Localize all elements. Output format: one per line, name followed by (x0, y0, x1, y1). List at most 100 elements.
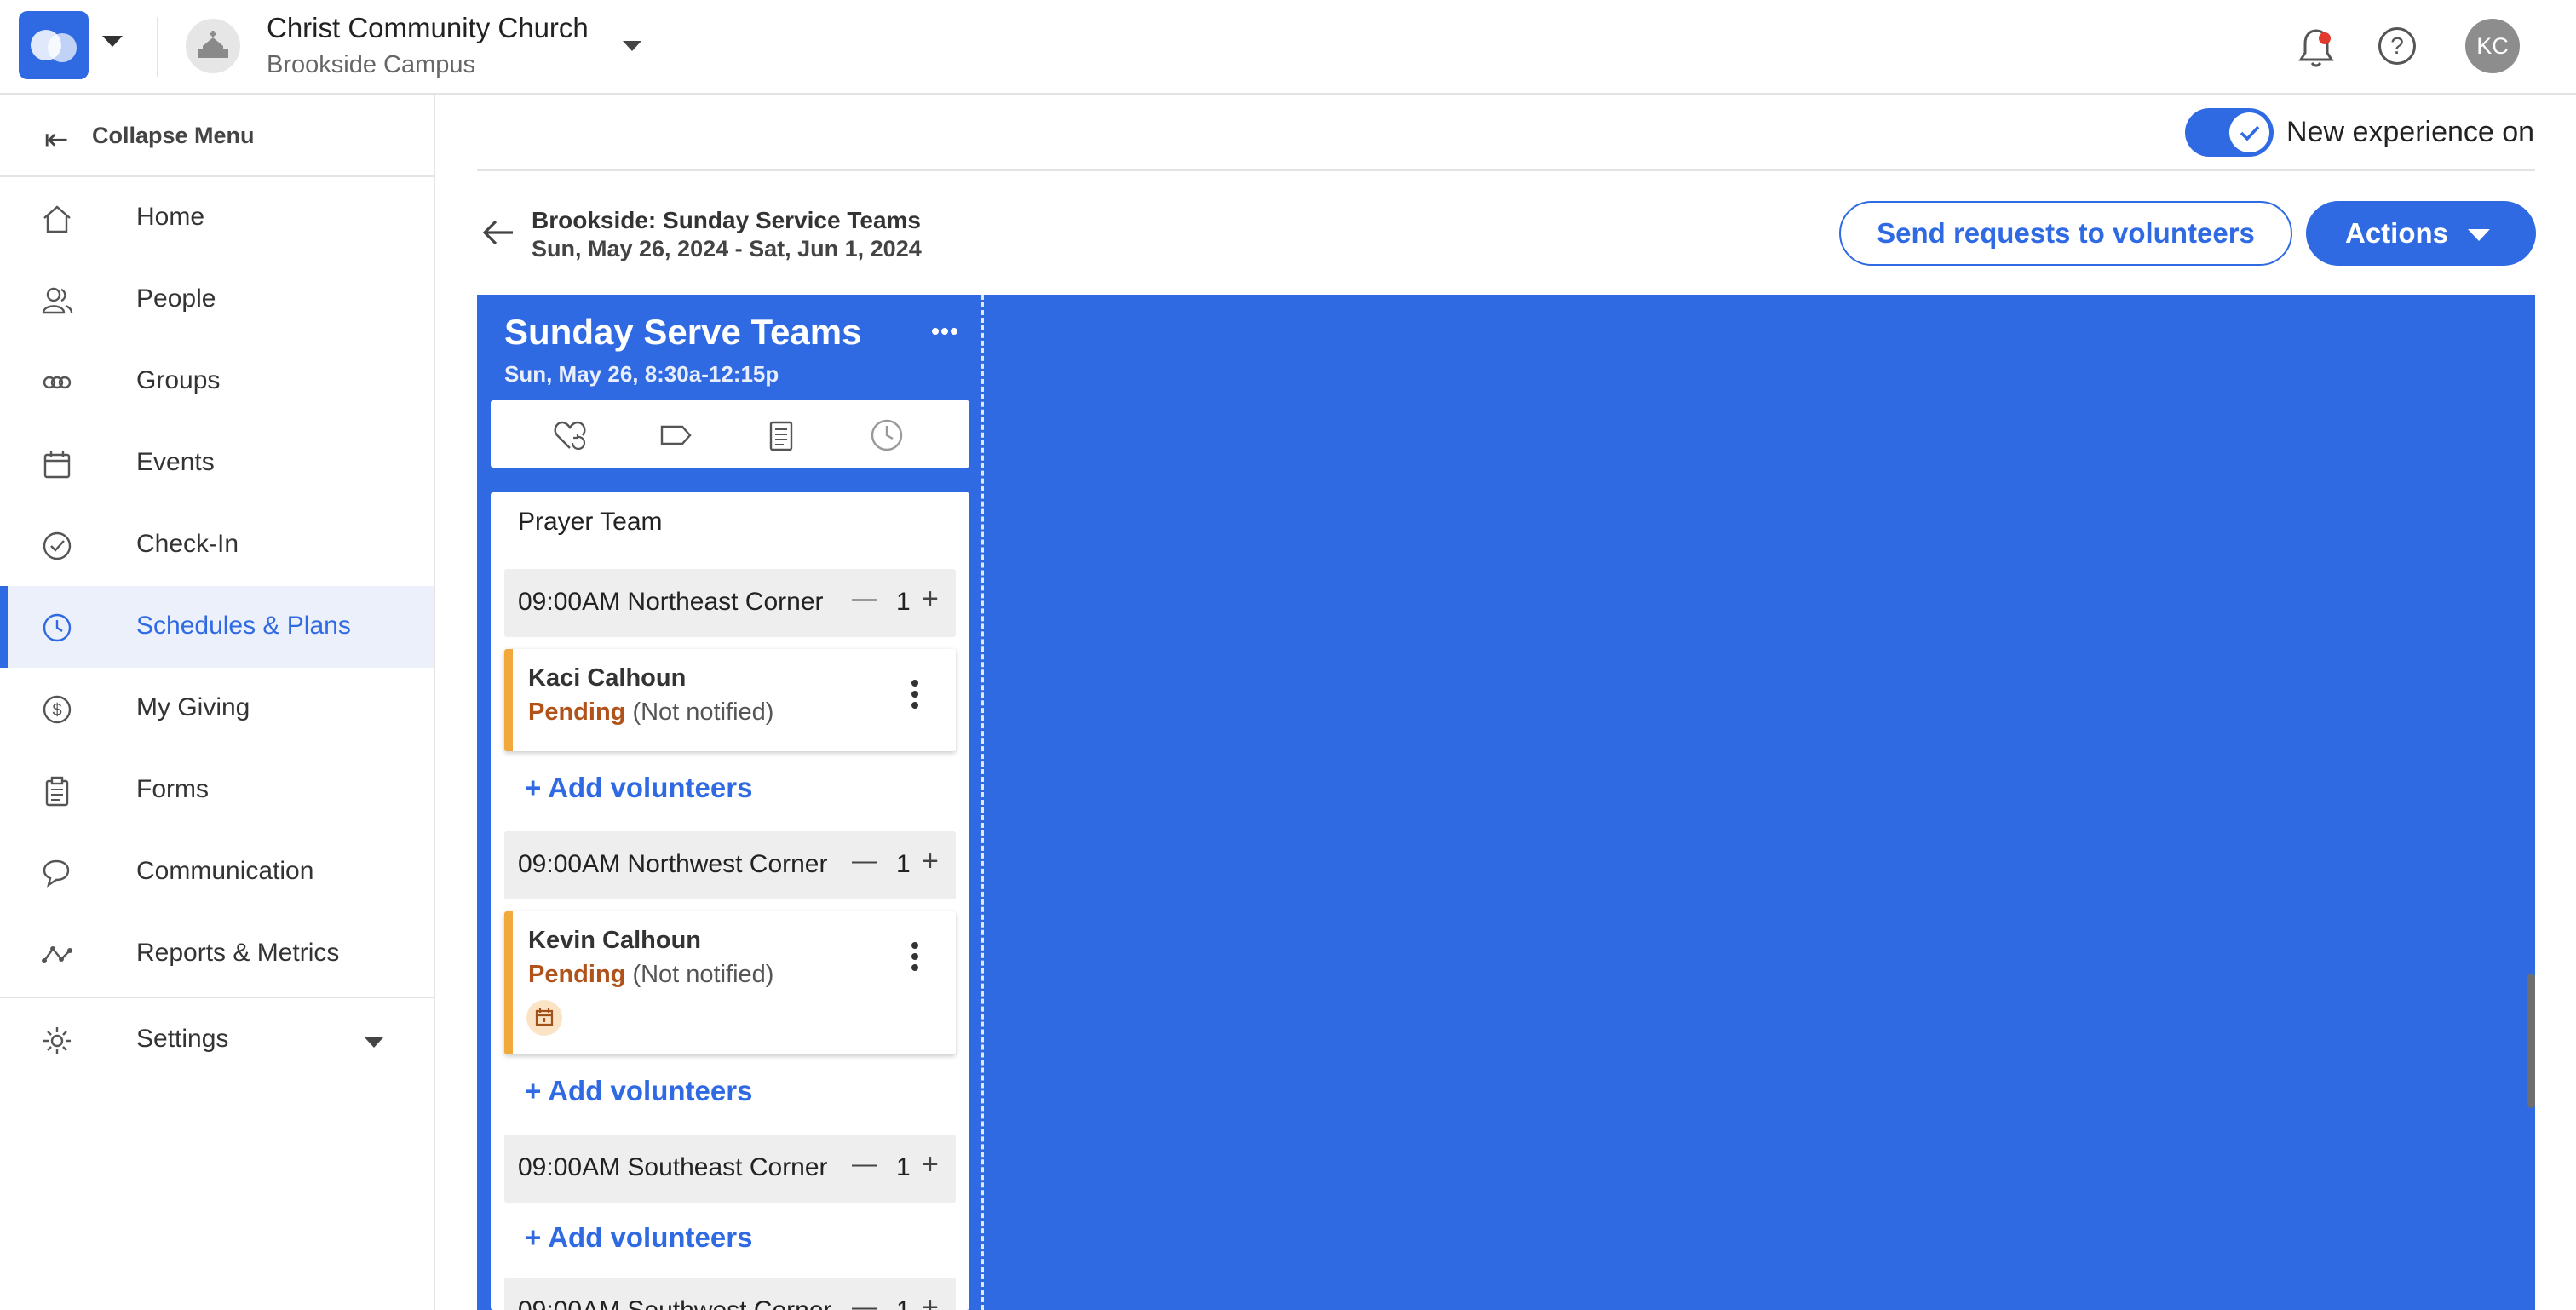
sidebar-divider (0, 997, 434, 998)
document-icon[interactable] (763, 417, 799, 453)
position-row[interactable]: 09:00AM Northeast Corner — 1 + (504, 569, 956, 637)
calendar-conflict-icon[interactable] (526, 1000, 562, 1036)
pending-stripe (504, 649, 513, 751)
church-avatar[interactable] (186, 19, 240, 73)
check-icon (2240, 125, 2260, 141)
position-row[interactable]: 09:00AM Southeast Corner — 1 + (504, 1135, 956, 1203)
plus-icon[interactable]: + (922, 1291, 939, 1310)
sidebar-item-label: Schedules & Plans (136, 612, 351, 640)
clipboard-icon (45, 776, 69, 807)
sidebar-item-groups[interactable]: Groups (0, 341, 434, 422)
column-divider (981, 295, 984, 1310)
volunteer-status: Pending (Not notified) (528, 698, 773, 727)
add-volunteers-link[interactable]: + Add volunteers (525, 772, 752, 804)
add-volunteers-link[interactable]: + Add volunteers (525, 1221, 752, 1254)
help-icon[interactable]: ? (2378, 27, 2416, 65)
minus-icon[interactable]: — (852, 1293, 877, 1310)
volunteer-name: Kaci Calhoun (528, 664, 687, 692)
position-count: 1 (896, 588, 911, 616)
heart-refresh-icon[interactable] (552, 417, 588, 453)
team-name: Prayer Team (518, 508, 663, 536)
kebab-menu-icon[interactable] (911, 680, 920, 712)
sidebar: ⇤ Collapse Menu Home People Groups Event… (0, 95, 435, 1310)
scrollbar[interactable] (2527, 974, 2535, 1108)
clock-icon[interactable] (869, 417, 905, 453)
sidebar-item-label: Reports & Metrics (136, 939, 340, 967)
plan-title: Brookside: Sunday Service Teams (532, 207, 921, 233)
pending-stripe (504, 911, 513, 1054)
position-name: 09:00AM Southwest Corner (518, 1296, 832, 1310)
plus-icon[interactable]: + (922, 583, 939, 616)
status-note: (Not notified) (632, 961, 774, 988)
position-count: 1 (896, 1296, 911, 1310)
more-options-icon[interactable] (932, 324, 963, 344)
top-bar: Christ Community Church Brookside Campus… (0, 0, 2576, 95)
position-name: 09:00AM Northwest Corner (518, 850, 828, 878)
dollar-icon: $ (43, 695, 72, 724)
sidebar-item-forms[interactable]: Forms (0, 750, 434, 831)
sidebar-item-reports-metrics[interactable]: Reports & Metrics (0, 913, 434, 995)
sidebar-item-communication[interactable]: Communication (0, 831, 434, 913)
sidebar-item-events[interactable]: Events (0, 422, 434, 504)
notifications-bell-icon[interactable] (2296, 26, 2337, 70)
status-note: (Not notified) (632, 698, 774, 726)
position-count: 1 (896, 1153, 911, 1181)
collapse-menu-button[interactable]: ⇤ Collapse Menu (0, 95, 434, 177)
sidebar-item-label: People (136, 284, 216, 313)
plan-dates: Sun, May 26, 2024 - Sat, Jun 1, 2024 (532, 236, 922, 261)
minus-icon[interactable]: — (852, 1150, 877, 1179)
minus-icon[interactable]: — (852, 584, 877, 613)
plus-icon[interactable]: + (922, 845, 939, 878)
church-name[interactable]: Christ Community Church (267, 12, 589, 44)
campus-name[interactable]: Brookside Campus (267, 51, 475, 79)
kebab-menu-icon[interactable] (911, 942, 920, 974)
calendar-icon (43, 451, 71, 479)
column-icon-tabs (491, 400, 969, 468)
volunteer-card[interactable]: Kevin Calhoun Pending (Not notified) (504, 911, 956, 1054)
new-experience-toggle[interactable] (2185, 108, 2274, 157)
notification-dot (2319, 32, 2331, 44)
actions-label: Actions (2345, 217, 2449, 249)
sidebar-item-label: Forms (136, 775, 209, 803)
minus-icon[interactable]: — (852, 847, 877, 876)
back-arrow-icon[interactable] (479, 213, 518, 252)
gear-icon (43, 1027, 71, 1054)
user-avatar[interactable]: KC (2465, 19, 2520, 73)
sidebar-item-label: Home (136, 203, 205, 231)
church-switcher-chevron-icon[interactable] (623, 41, 641, 51)
column-title: Sunday Serve Teams (504, 312, 862, 352)
app-logo[interactable] (19, 11, 89, 79)
position-name: 09:00AM Northeast Corner (518, 588, 824, 616)
chevron-down-icon (365, 1037, 383, 1048)
sidebar-item-home[interactable]: Home (0, 177, 434, 259)
groups-icon (43, 376, 72, 389)
position-name: 09:00AM Southeast Corner (518, 1153, 828, 1181)
sidebar-item-my-giving[interactable]: $ My Giving (0, 668, 434, 750)
app-switcher-chevron-icon[interactable] (102, 36, 123, 47)
sidebar-item-label: Groups (136, 366, 221, 394)
tag-icon[interactable] (658, 417, 693, 453)
chat-icon (43, 859, 70, 888)
svg-text:$: $ (52, 701, 61, 720)
position-row[interactable]: 09:00AM Northwest Corner — 1 + (504, 831, 956, 899)
send-requests-button[interactable]: Send requests to volunteers (1839, 201, 2292, 266)
collapse-menu-label: Collapse Menu (92, 123, 255, 148)
column-subtitle: Sun, May 26, 8:30a-12:15p (504, 361, 779, 387)
header-divider (477, 169, 2535, 171)
sidebar-item-settings[interactable]: Settings (0, 999, 434, 1081)
check-circle-icon (43, 531, 72, 560)
sidebar-item-people[interactable]: People (0, 259, 434, 341)
sidebar-item-schedules-plans[interactable]: Schedules & Plans (0, 586, 434, 668)
status-badge: Pending (528, 961, 626, 988)
add-volunteers-link[interactable]: + Add volunteers (525, 1075, 752, 1107)
volunteer-card[interactable]: Kaci Calhoun Pending (Not notified) (504, 649, 956, 751)
plus-icon[interactable]: + (922, 1148, 939, 1181)
actions-button[interactable]: Actions (2306, 201, 2536, 266)
church-icon (198, 31, 228, 58)
sidebar-item-label: Communication (136, 857, 314, 885)
active-indicator (0, 586, 8, 668)
volunteer-name: Kevin Calhoun (528, 927, 702, 954)
topbar-divider (157, 17, 158, 77)
position-row[interactable]: 09:00AM Southwest Corner — 1 + (504, 1278, 956, 1310)
sidebar-item-check-in[interactable]: Check-In (0, 504, 434, 586)
